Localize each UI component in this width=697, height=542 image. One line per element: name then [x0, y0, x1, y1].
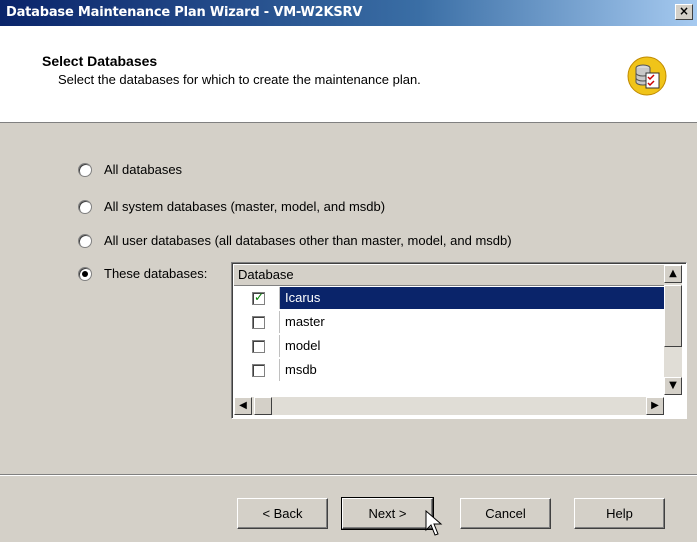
close-button[interactable]: ×	[675, 4, 693, 20]
scroll-right-button[interactable]: ▶	[646, 397, 664, 415]
database-row-icarus[interactable]: ✓ Icarus	[234, 287, 665, 310]
arrow-down-icon: ▼	[669, 380, 677, 391]
radio-all-databases[interactable]	[78, 162, 92, 177]
column-header-database[interactable]: Database	[234, 265, 664, 286]
scroll-down-button[interactable]: ▼	[664, 377, 682, 395]
cancel-button[interactable]: Cancel	[460, 498, 551, 529]
arrow-right-icon: ▶	[651, 400, 659, 411]
option-all-databases[interactable]: All databases	[78, 162, 182, 177]
database-name: master	[285, 314, 325, 329]
next-button[interactable]: Next >	[341, 497, 434, 530]
database-checkbox[interactable]	[252, 316, 265, 329]
checkmark-icon: ✓	[253, 290, 265, 304]
window-title: Database Maintenance Plan Wizard - VM-W2…	[6, 5, 363, 20]
page-subtitle: Select the databases for which to create…	[58, 72, 421, 87]
option-label: All system databases (master, model, and…	[104, 199, 386, 214]
title-bar: Database Maintenance Plan Wizard - VM-W2…	[0, 0, 697, 26]
button-separator	[0, 474, 697, 476]
horizontal-scroll-thumb[interactable]	[254, 397, 272, 415]
option-label: All databases	[104, 162, 183, 177]
radio-system-databases[interactable]	[78, 199, 92, 214]
option-system-databases[interactable]: All system databases (master, model, and…	[78, 199, 385, 214]
arrow-left-icon: ◀	[239, 400, 247, 411]
mouse-cursor-icon	[425, 510, 443, 536]
database-checklist-icon	[627, 56, 667, 96]
database-row-model[interactable]: model	[234, 335, 664, 358]
vertical-scrollbar[interactable]: ▲ ▼	[664, 265, 682, 395]
wizard-header: Select Databases Select the databases fo…	[0, 26, 697, 123]
page-title: Select Databases	[42, 53, 158, 69]
arrow-up-icon: ▲	[669, 268, 677, 279]
radio-user-databases[interactable]	[78, 233, 92, 248]
database-name: model	[285, 338, 321, 353]
database-row-msdb[interactable]: msdb	[234, 359, 664, 382]
database-listbox[interactable]: Database ✓ Icarus master model msdb ▲ ▼ …	[231, 262, 687, 419]
back-button[interactable]: < Back	[237, 498, 328, 529]
database-name: Icarus	[285, 290, 321, 305]
option-label: All user databases (all databases other …	[104, 233, 512, 248]
database-checkbox[interactable]	[252, 340, 265, 353]
vertical-scroll-thumb[interactable]	[664, 285, 682, 347]
horizontal-scrollbar[interactable]: ◀ ▶	[234, 397, 664, 415]
radio-these-databases[interactable]	[78, 266, 92, 281]
database-checkbox[interactable]	[252, 364, 265, 377]
database-checkbox[interactable]: ✓	[252, 290, 265, 305]
option-these-databases[interactable]: These databases:	[78, 266, 207, 281]
scroll-left-button[interactable]: ◀	[234, 397, 252, 415]
close-icon: ×	[678, 4, 690, 18]
option-label: These databases:	[104, 266, 208, 281]
help-button[interactable]: Help	[574, 498, 665, 529]
option-user-databases[interactable]: All user databases (all databases other …	[78, 233, 512, 248]
scroll-up-button[interactable]: ▲	[664, 265, 682, 283]
database-name: msdb	[285, 362, 317, 377]
database-row-master[interactable]: master	[234, 311, 664, 334]
